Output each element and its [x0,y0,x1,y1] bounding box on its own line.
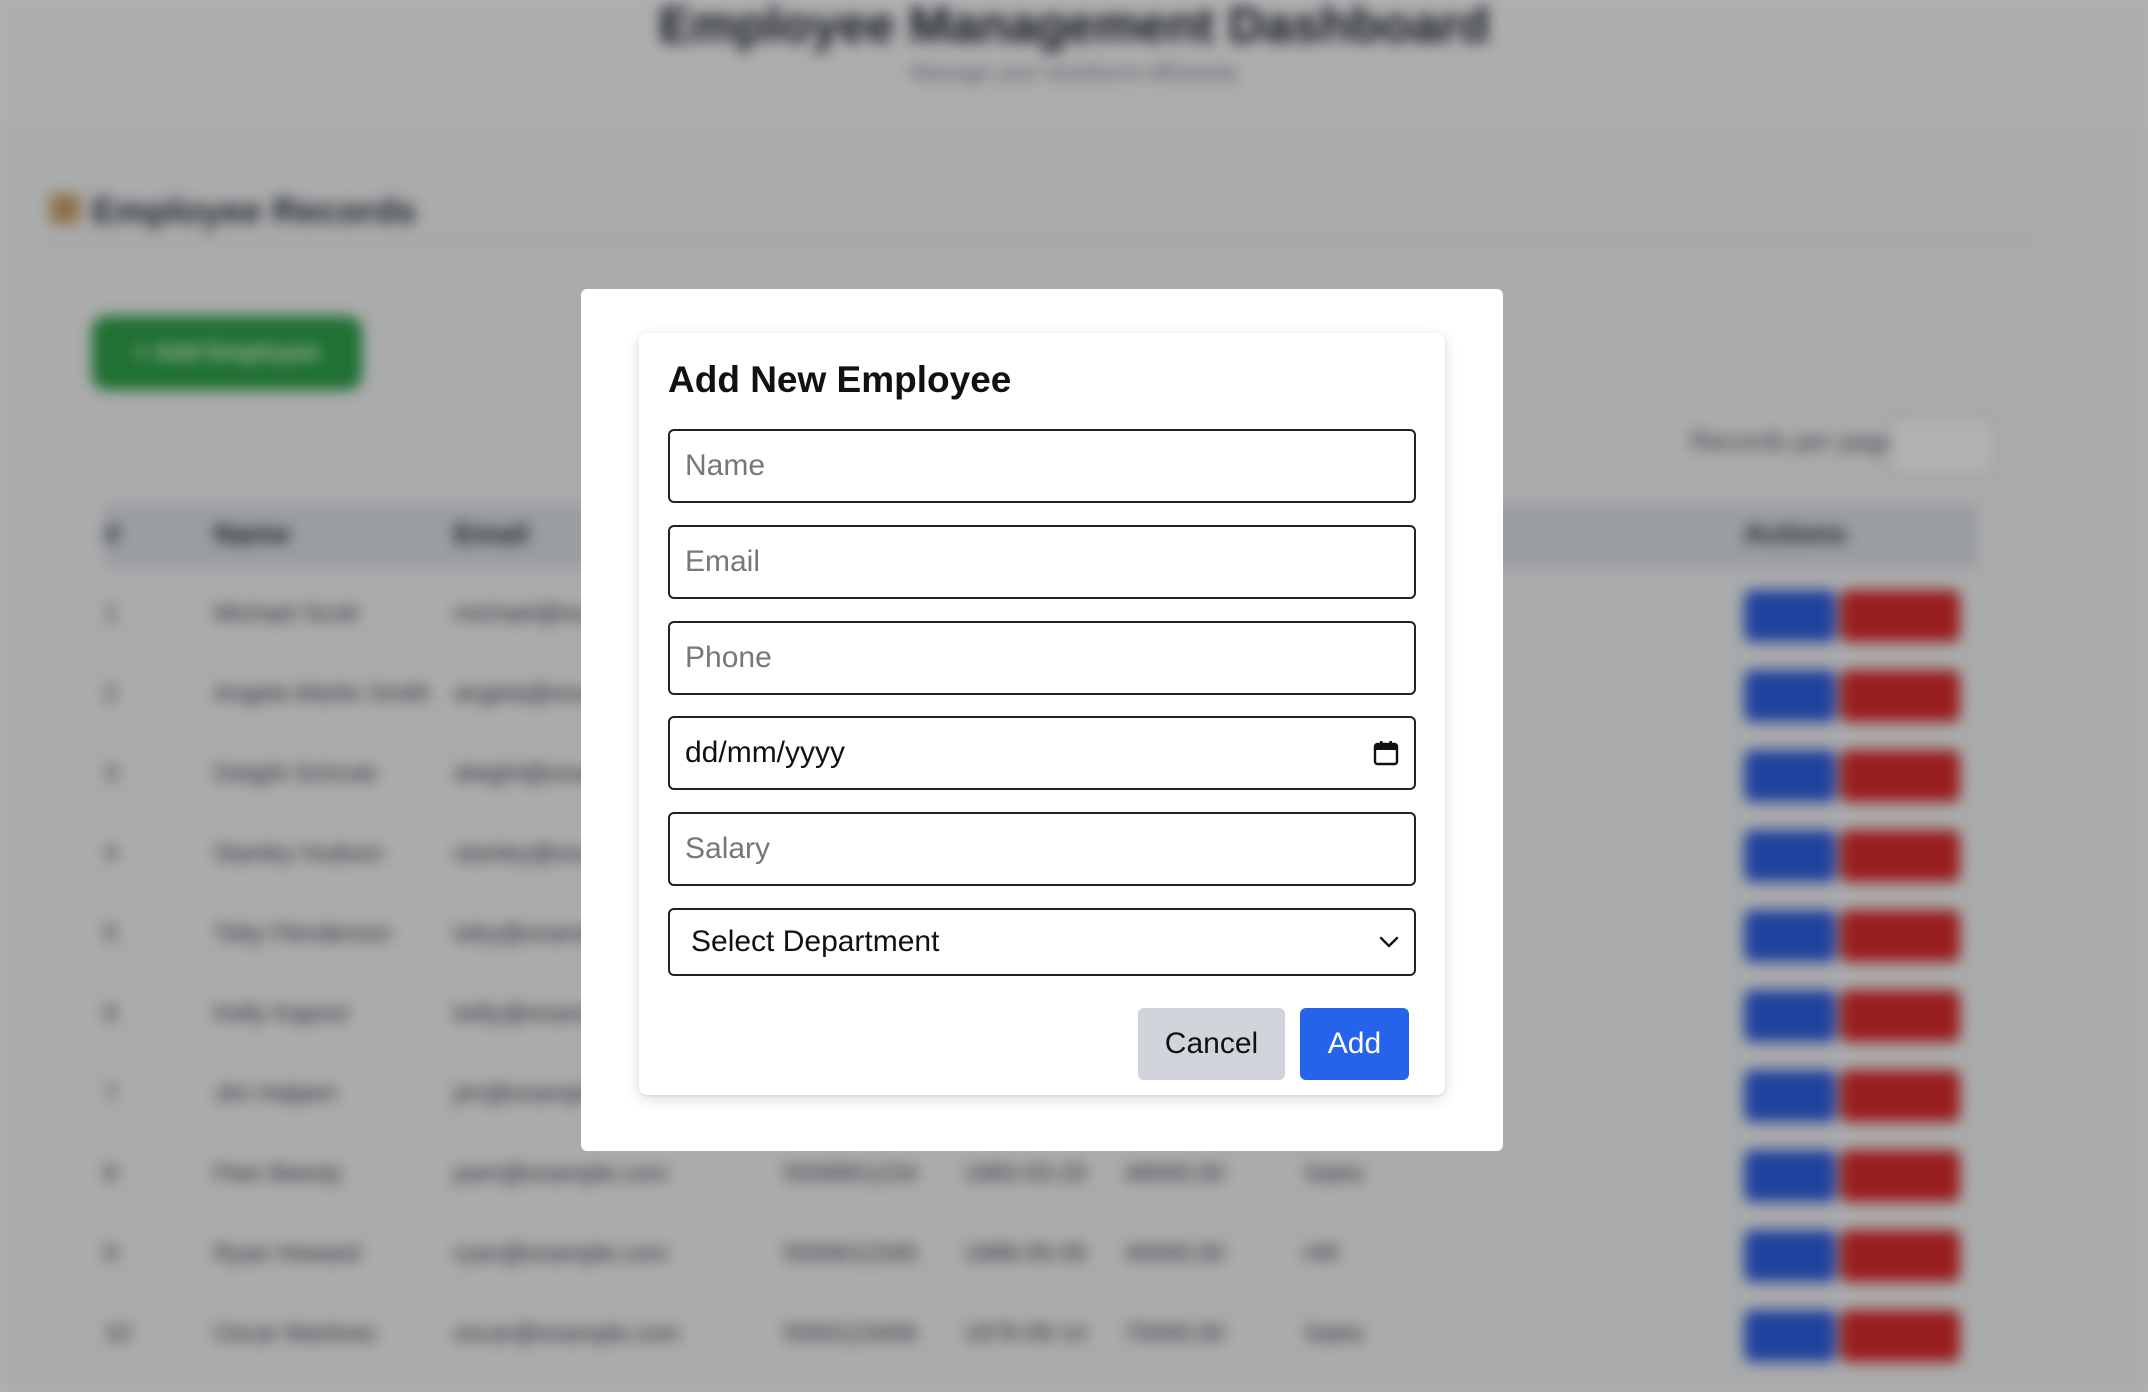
add-employee-modal: Add New Employee dd/mm/yyyy Select Depar… [581,289,1503,1151]
department-select[interactable]: Select Department [668,908,1416,976]
modal-title: Add New Employee [668,359,1012,400]
calendar-icon[interactable] [1373,740,1399,766]
date-of-birth-input[interactable]: dd/mm/yyyy [668,716,1416,790]
phone-input[interactable] [668,621,1416,695]
name-input[interactable] [668,429,1416,503]
salary-input[interactable] [668,812,1416,886]
email-input[interactable] [668,525,1416,599]
cancel-button[interactable]: Cancel [1138,1008,1285,1080]
add-employee-form: Add New Employee dd/mm/yyyy Select Depar… [639,333,1445,1095]
department-selected-value: Select Department [691,925,940,958]
add-button[interactable]: Add [1300,1008,1409,1080]
chevron-down-icon [1379,936,1399,948]
date-placeholder: dd/mm/yyyy [685,736,846,769]
